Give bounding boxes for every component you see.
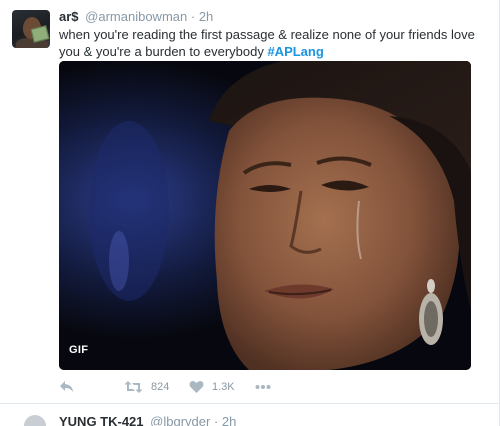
gif-badge: GIF xyxy=(69,344,89,356)
more-button[interactable] xyxy=(255,378,271,396)
tweet[interactable]: ar$ @armanibowman · 2h when you're readi… xyxy=(0,0,500,404)
like-button[interactable]: 1.3K xyxy=(189,378,235,396)
reply-icon xyxy=(60,381,73,392)
next-tweet[interactable]: YUNG TK-421 @lbgryder · 2h xyxy=(0,405,500,426)
next-tweet-header: YUNG TK-421 @lbgryder · 2h xyxy=(59,414,236,426)
heart-icon xyxy=(189,380,204,393)
next-user-name[interactable]: YUNG TK-421 xyxy=(59,414,144,426)
avatar[interactable] xyxy=(12,10,50,48)
next-avatar[interactable] xyxy=(24,415,46,426)
hashtag-link[interactable]: #APLang xyxy=(267,44,323,59)
reply-button[interactable] xyxy=(59,378,75,396)
next-timestamp[interactable]: 2h xyxy=(222,414,236,426)
tweet-header: ar$ @armanibowman · 2h xyxy=(59,9,213,25)
gif-media[interactable]: GIF xyxy=(59,61,471,370)
next-separator: · xyxy=(213,414,219,426)
retweet-count: 824 xyxy=(151,381,170,393)
gif-image xyxy=(59,61,471,370)
separator: · xyxy=(190,9,196,24)
like-count: 1.3K xyxy=(212,381,235,393)
tweet-text: when you're reading the first passage & … xyxy=(59,26,479,60)
timeline: ar$ @armanibowman · 2h when you're readi… xyxy=(0,0,500,426)
user-handle[interactable]: @armanibowman xyxy=(85,9,187,24)
retweet-icon xyxy=(124,381,143,393)
retweet-button[interactable]: 824 xyxy=(124,378,169,396)
timestamp[interactable]: 2h xyxy=(199,9,213,24)
user-name[interactable]: ar$ xyxy=(59,9,79,24)
more-icon xyxy=(255,385,271,389)
next-user-handle[interactable]: @lbgryder xyxy=(150,414,210,426)
